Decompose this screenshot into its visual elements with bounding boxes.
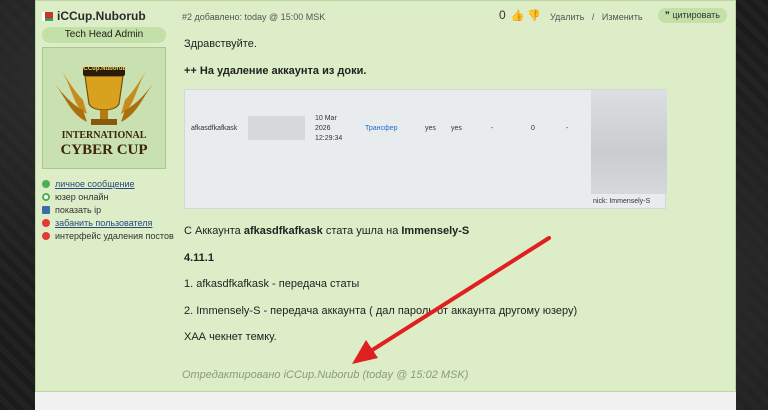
table-account: afkasdfkafkask: [191, 125, 238, 132]
country-flag-icon: [42, 11, 53, 21]
stats-account: afkasdfkafkask: [243, 225, 323, 237]
user-online-status: юзер онлайн: [42, 190, 174, 203]
delete-post-link[interactable]: Удалить: [550, 12, 584, 22]
author-actions: личное сообщение юзер онлайн показать ip…: [42, 177, 174, 242]
post-headline: ++ На удаление аккаунта из доки.: [184, 65, 367, 77]
stats-line: С Аккаунта afkasdfkafkask стата ушла на …: [184, 225, 469, 237]
avatar[interactable]: iCCup.Nuborub INTERNATIONAL CYBER CUP: [42, 47, 166, 169]
monitor-icon: [42, 205, 50, 214]
table-col3: -: [491, 125, 494, 132]
table-date-year: 2026: [315, 125, 331, 132]
user-online-label: юзер онлайн: [55, 191, 109, 202]
avatar-line-2: CYBER CUP: [60, 142, 148, 158]
table-col2: yes: [451, 125, 462, 132]
stats-target: Immensely-S: [401, 225, 470, 237]
post-meta: #2 добавлено: today @ 15:00 MSK: [182, 12, 326, 22]
vote-widget: 0 👍 👎: [499, 8, 541, 22]
rule-number: 4.11.1: [184, 252, 214, 264]
table-date-day: 10 Mar: [315, 115, 337, 122]
stats-pre: С Аккаунта: [184, 225, 244, 237]
list-item-1: 1. afkasdfkafkask - передача статы: [184, 278, 360, 290]
thumbs-down-icon[interactable]: 👎: [527, 9, 541, 22]
closing-line: ХАА чекнет темку.: [184, 331, 277, 343]
table-transfer-link[interactable]: Трансфер: [365, 125, 398, 132]
blurred-image: [591, 90, 667, 194]
delete-icon: [42, 231, 50, 240]
private-message-label[interactable]: личное сообщение: [55, 179, 135, 189]
post-greeting: Здравствуйте.: [184, 38, 257, 50]
message-icon: [42, 179, 50, 188]
links-separator: /: [591, 12, 595, 22]
vote-count: 0: [499, 8, 506, 22]
show-ip-label[interactable]: показать ip: [55, 205, 101, 215]
table-col4: 0: [531, 125, 535, 132]
stats-mid: стата ушла на: [322, 225, 402, 237]
show-ip-link[interactable]: показать ip: [42, 203, 174, 216]
table-col5: -: [566, 125, 569, 132]
blurred-field: [248, 116, 305, 140]
thumbs-up-icon[interactable]: 👍: [511, 9, 525, 22]
author-name-row: iCCup.Nuborub: [42, 9, 174, 23]
list-item-2: 2. Immensely-S - передача аккаунта ( дал…: [184, 305, 578, 317]
author-panel: iCCup.Nuborub Tech Head Admin iCCup.Nubo…: [42, 9, 174, 242]
ban-icon: [42, 218, 50, 227]
post-admin-links: Удалить / Изменить: [550, 12, 643, 22]
table-nick: nick: Immensely-S: [593, 198, 651, 205]
avatar-line-1: INTERNATIONAL: [61, 130, 147, 141]
account-table-screenshot: afkasdfkafkask 10 Mar 2026 12:29:34 Тран…: [184, 89, 667, 209]
avatar-banner-text: iCCup.Nuborub: [81, 66, 127, 72]
quote-button[interactable]: ❞ цитировать: [658, 8, 727, 23]
next-post-area: [35, 392, 736, 410]
table-date-time: 12:29:34: [315, 135, 343, 142]
ban-user-link[interactable]: забанить пользователя: [42, 216, 174, 229]
delete-posts-link[interactable]: интерфейс удаления постов: [42, 229, 174, 242]
private-message-link[interactable]: личное сообщение: [42, 177, 174, 190]
author-role-badge: Tech Head Admin: [42, 27, 166, 43]
ban-user-label[interactable]: забанить пользователя: [55, 218, 152, 228]
forum-post: iCCup.Nuborub Tech Head Admin iCCup.Nubo…: [35, 0, 736, 392]
table-col1: yes: [425, 125, 436, 132]
online-icon: [42, 192, 50, 201]
edit-post-link[interactable]: Изменить: [602, 12, 643, 22]
edited-note: Отредактировано iCCup.Nuborub (today @ 1…: [182, 369, 469, 381]
author-name[interactable]: iCCup.Nuborub: [57, 9, 146, 23]
delete-posts-label[interactable]: интерфейс удаления постов: [55, 231, 174, 241]
